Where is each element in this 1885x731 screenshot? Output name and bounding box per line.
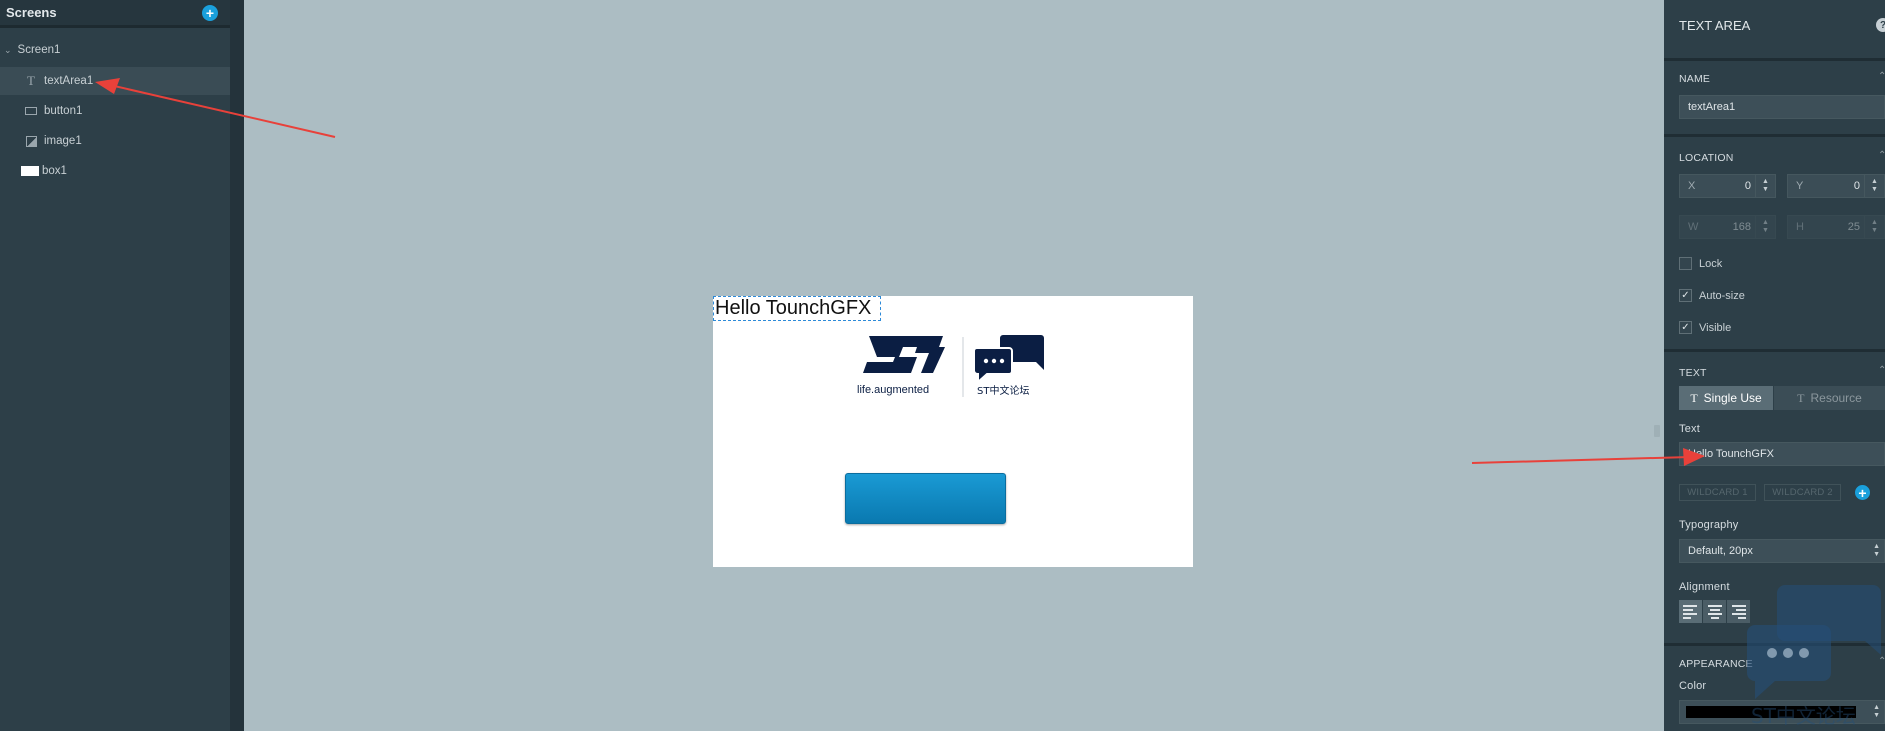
- h-label: H: [1796, 221, 1804, 233]
- tree-item-label: image1: [44, 135, 82, 147]
- screen-label: Screen1: [17, 44, 61, 56]
- help-icon[interactable]: ?: [1876, 18, 1885, 32]
- lock-checkbox[interactable]: Lock: [1679, 257, 1722, 270]
- collapse-icon[interactable]: ⌃: [1878, 365, 1885, 376]
- lock-label: Lock: [1699, 257, 1723, 270]
- button-icon: [24, 105, 38, 117]
- canvas-scroll-handle[interactable]: [1654, 425, 1660, 437]
- st-logo-image[interactable]: life.augmented ST中文论坛: [855, 331, 1051, 401]
- visible-checkbox[interactable]: ✓ Visible: [1679, 321, 1731, 334]
- x-label: X: [1688, 180, 1696, 192]
- y-label: Y: [1796, 180, 1804, 192]
- align-right-icon[interactable]: [1727, 600, 1750, 623]
- auto-size-checkbox[interactable]: ✓ Auto-size: [1679, 289, 1745, 302]
- tree-screen1[interactable]: ⌄ Screen1: [0, 36, 230, 64]
- location-section-label: LOCATION: [1679, 152, 1734, 164]
- collapse-icon[interactable]: ⌃: [1878, 150, 1885, 161]
- typography-label: Typography: [1679, 519, 1739, 531]
- tree-item-label: textArea1: [44, 75, 94, 87]
- text-icon: T: [1690, 390, 1698, 405]
- h-stepper-icon[interactable]: ▲ ▼: [1864, 216, 1884, 238]
- screen-canvas[interactable]: Hello TounchGFX life.augmented ST中文论坛: [713, 296, 1193, 567]
- appearance-section: APPEARANCE ⌃ Color ▲ ▼: [1664, 643, 1885, 731]
- tab-single-use-label: Single Use: [1703, 391, 1762, 405]
- visible-label: Visible: [1699, 321, 1732, 334]
- select-arrows-icon: ▲ ▼: [1873, 704, 1880, 719]
- box-icon: [21, 165, 39, 177]
- w-stepper-icon[interactable]: ▲ ▼: [1755, 216, 1775, 238]
- screens-header: Screens +: [0, 0, 230, 28]
- color-swatch: [1686, 706, 1856, 718]
- lock-check-box[interactable]: [1679, 257, 1692, 270]
- x-value: 0: [1744, 180, 1751, 192]
- y-value: 0: [1853, 180, 1860, 192]
- x-stepper-icon[interactable]: ▲ ▼: [1755, 175, 1775, 197]
- image-icon: [24, 135, 38, 147]
- properties-title: TEXT AREA: [1679, 18, 1751, 33]
- text-icon: T: [27, 73, 35, 88]
- w-field[interactable]: W 168 ▲ ▼: [1679, 215, 1776, 239]
- collapse-icon[interactable]: ⌃: [1878, 71, 1885, 82]
- tree-item-textarea1[interactable]: T textArea1: [0, 67, 230, 95]
- name-section-label: NAME: [1679, 73, 1711, 85]
- y-field[interactable]: Y 0 ▲ ▼: [1787, 174, 1885, 198]
- text-icon: T: [1797, 390, 1805, 405]
- text-label: Text: [1679, 423, 1700, 435]
- wildcard2-button[interactable]: WILDCARD 2: [1764, 484, 1841, 501]
- typography-value: Default, 20px: [1688, 545, 1753, 557]
- tree-item-label: button1: [44, 105, 83, 117]
- tree-item-button1[interactable]: button1: [0, 97, 230, 125]
- x-field[interactable]: X 0 ▲ ▼: [1679, 174, 1776, 198]
- tree-item-box1[interactable]: box1: [0, 157, 230, 185]
- chevron-down-icon[interactable]: ⌄: [4, 45, 12, 56]
- left-panel-divider[interactable]: [230, 0, 244, 731]
- canvas-text-area[interactable]: Hello TounchGFX: [713, 296, 881, 321]
- add-screen-icon[interactable]: +: [202, 4, 218, 21]
- checkmark-icon[interactable]: ✓: [1679, 289, 1692, 302]
- name-section: NAME ⌃ textArea1: [1664, 58, 1885, 136]
- auto-size-label: Auto-size: [1699, 289, 1745, 302]
- align-left-icon[interactable]: [1679, 600, 1702, 623]
- location-section: LOCATION ⌃ X 0 ▲ ▼ Y 0 ▲ ▼ W 168 ▲ ▼ H 25 ▲…: [1664, 134, 1885, 351]
- text-section-label: TEXT: [1679, 367, 1707, 379]
- checkmark-icon[interactable]: ✓: [1679, 321, 1692, 334]
- collapse-icon[interactable]: ⌃: [1878, 656, 1885, 667]
- name-field[interactable]: textArea1: [1679, 95, 1885, 119]
- properties-panel: TEXT AREA ? NAME ⌃ textArea1 LOCATION ⌃ …: [1664, 0, 1885, 731]
- tab-resource[interactable]: T Resource: [1774, 386, 1885, 410]
- text-field[interactable]: Hello TounchGFX: [1679, 442, 1885, 466]
- canvas-button[interactable]: [845, 473, 1006, 524]
- align-center-icon[interactable]: [1703, 600, 1726, 623]
- forum-chat-icon: [973, 335, 1044, 385]
- w-label: W: [1688, 221, 1699, 233]
- add-wildcard-icon[interactable]: +: [1855, 485, 1870, 500]
- tab-resource-label: Resource: [1810, 391, 1862, 405]
- logo-tagline: life.augmented: [857, 384, 929, 396]
- wildcard1-button[interactable]: WILDCARD 1: [1679, 484, 1756, 501]
- h-value: 25: [1847, 221, 1860, 233]
- select-arrows-icon: ▲ ▼: [1873, 543, 1880, 558]
- y-stepper-icon[interactable]: ▲ ▼: [1864, 175, 1884, 197]
- appearance-section-label: APPEARANCE: [1679, 658, 1753, 670]
- color-label: Color: [1679, 680, 1707, 692]
- alignment-label: Alignment: [1679, 581, 1730, 593]
- color-picker[interactable]: ▲ ▼: [1679, 700, 1885, 724]
- typography-select[interactable]: Default, 20px ▲ ▼: [1679, 539, 1885, 563]
- screens-title: Screens: [6, 5, 57, 20]
- tab-single-use[interactable]: T Single Use: [1679, 386, 1773, 410]
- w-value: 168: [1732, 221, 1751, 233]
- tree-item-label: box1: [42, 165, 67, 177]
- logo-forum-text: ST中文论坛: [977, 384, 1029, 397]
- h-field[interactable]: H 25 ▲ ▼: [1787, 215, 1885, 239]
- screens-panel: Screens + ⌄ Screen1 T textArea1 button1 …: [0, 0, 230, 731]
- tree-item-image1[interactable]: image1: [0, 127, 230, 155]
